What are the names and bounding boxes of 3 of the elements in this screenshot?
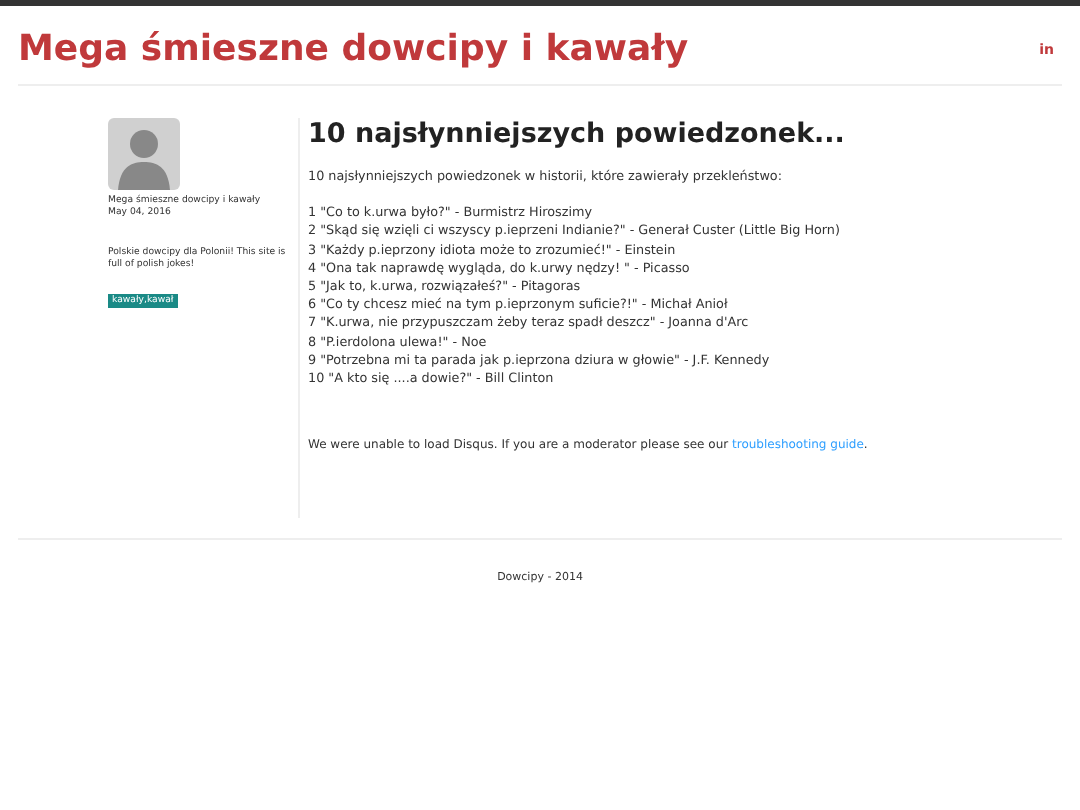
post-title: 10 najsłynniejszych powiedzonek... — [308, 118, 847, 150]
site-title[interactable]: Mega śmieszne dowcipy i kawały — [18, 28, 689, 70]
avatar-icon — [108, 118, 180, 190]
